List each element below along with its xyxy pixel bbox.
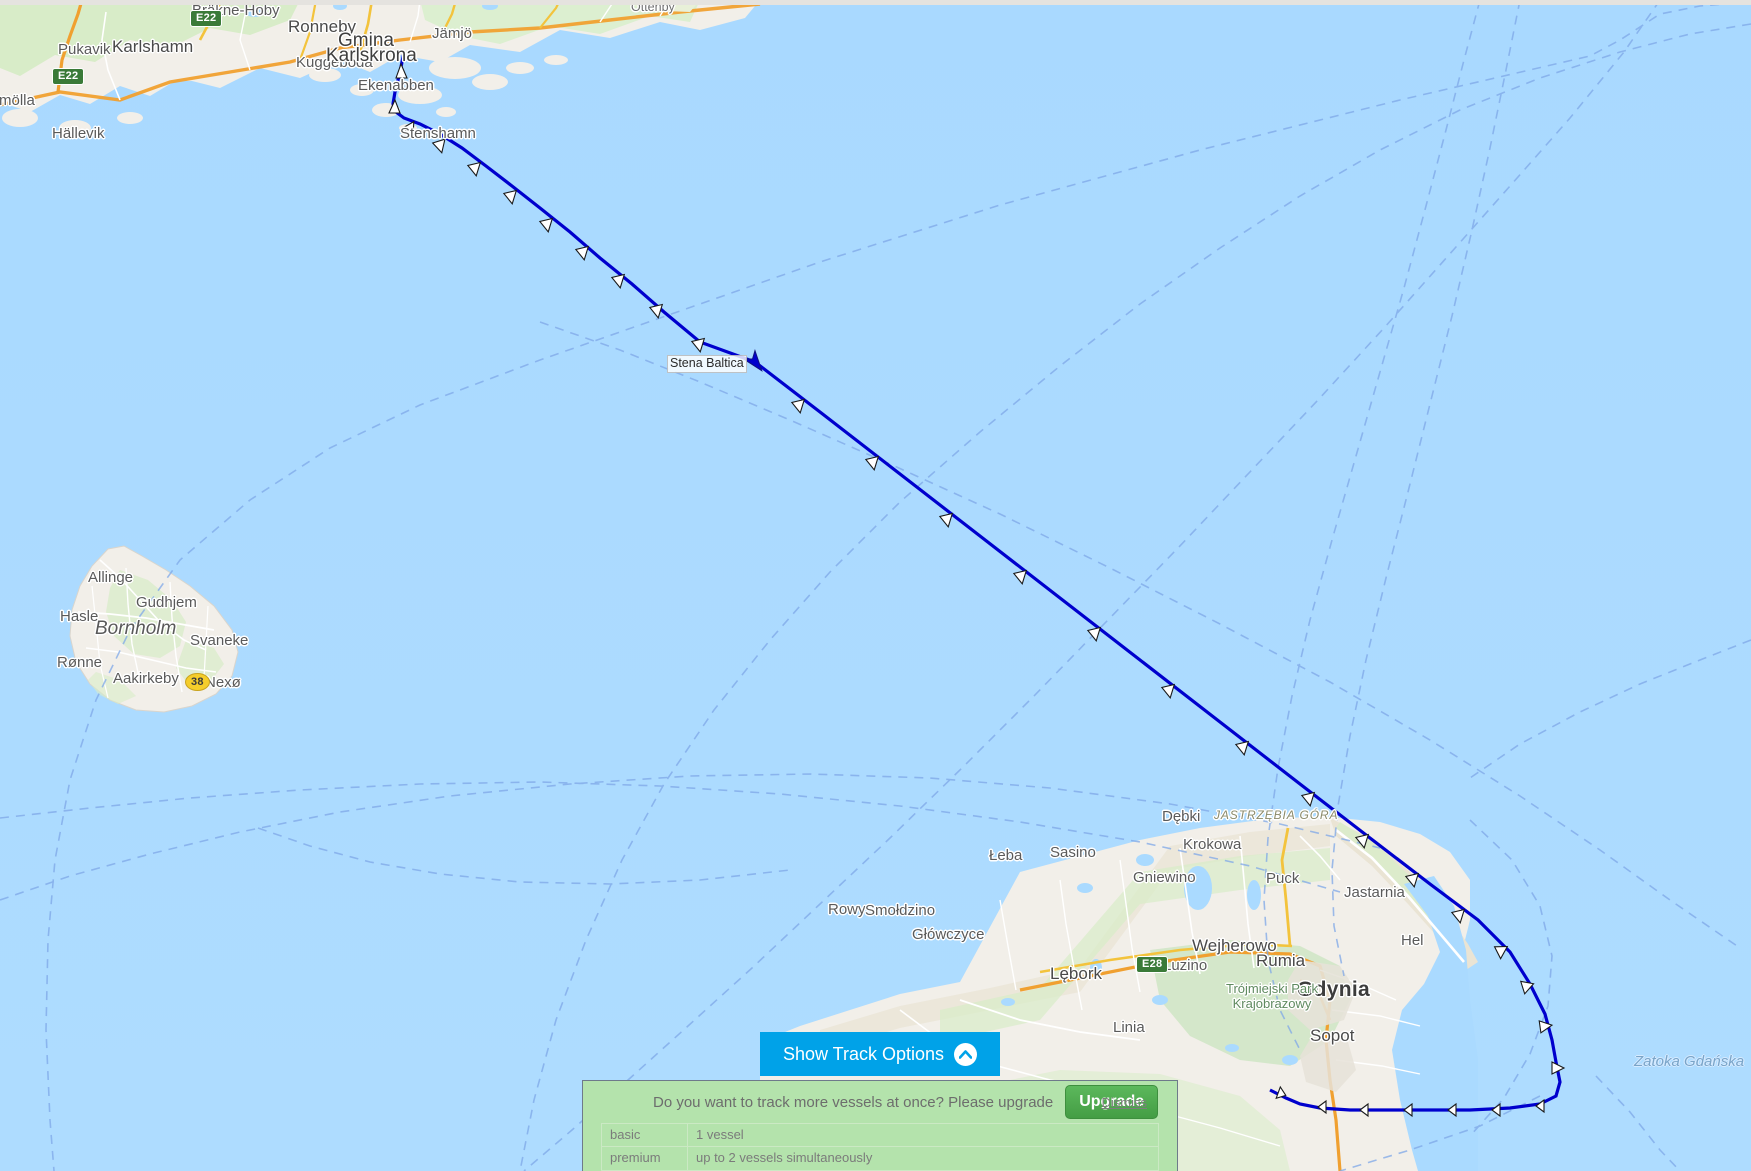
plan-table-body: basic 1 vessel premium up to 2 vessels s… — [601, 1122, 1159, 1171]
upgrade-message: Do you want to track more vessels at onc… — [653, 1093, 1054, 1111]
plan-name-premium: premium — [601, 1146, 688, 1171]
show-track-options-label: Show Track Options — [782, 1043, 945, 1064]
table-row: premium up to 2 vessels simultaneously — [601, 1146, 1159, 1171]
plan-desc-basic: 1 vessel — [687, 1122, 1159, 1148]
plan-comparison-table: basic 1 vessel premium up to 2 vessels s… — [601, 1122, 1159, 1171]
show-track-options-button[interactable]: Show Track Options — [760, 1032, 1000, 1076]
map-top-edge-strip — [0, 0, 1751, 5]
map-graphics — [0, 0, 1751, 1171]
highway-shield-e22-north: E22 — [190, 10, 223, 28]
upgrade-banner: Do you want to track more vessels at onc… — [582, 1080, 1178, 1171]
upgrade-banner-row: Do you want to track more vessels at onc… — [583, 1081, 1177, 1123]
highway-shield-38: 38 — [185, 673, 210, 692]
vessel-name-label[interactable]: Stena Baltica — [667, 355, 747, 373]
plan-name-basic: basic — [601, 1122, 688, 1148]
highway-shield-e22-west: E22 — [52, 68, 85, 86]
highway-shield-e28: E28 — [1136, 956, 1169, 974]
map-canvas[interactable]: Bräkne-Hoby Ronneby Jämjö Pukavik Karlsh… — [0, 0, 1751, 1171]
vessel-tracking-app: Bräkne-Hoby Ronneby Jämjö Pukavik Karlsh… — [0, 0, 1751, 1171]
plan-desc-premium: up to 2 vessels simultaneously — [687, 1146, 1159, 1171]
dismiss-link[interactable]: Dismiss — [1102, 1095, 1148, 1110]
chevron-up-circle-icon — [954, 1042, 978, 1066]
table-row: basic 1 vessel — [601, 1122, 1159, 1148]
